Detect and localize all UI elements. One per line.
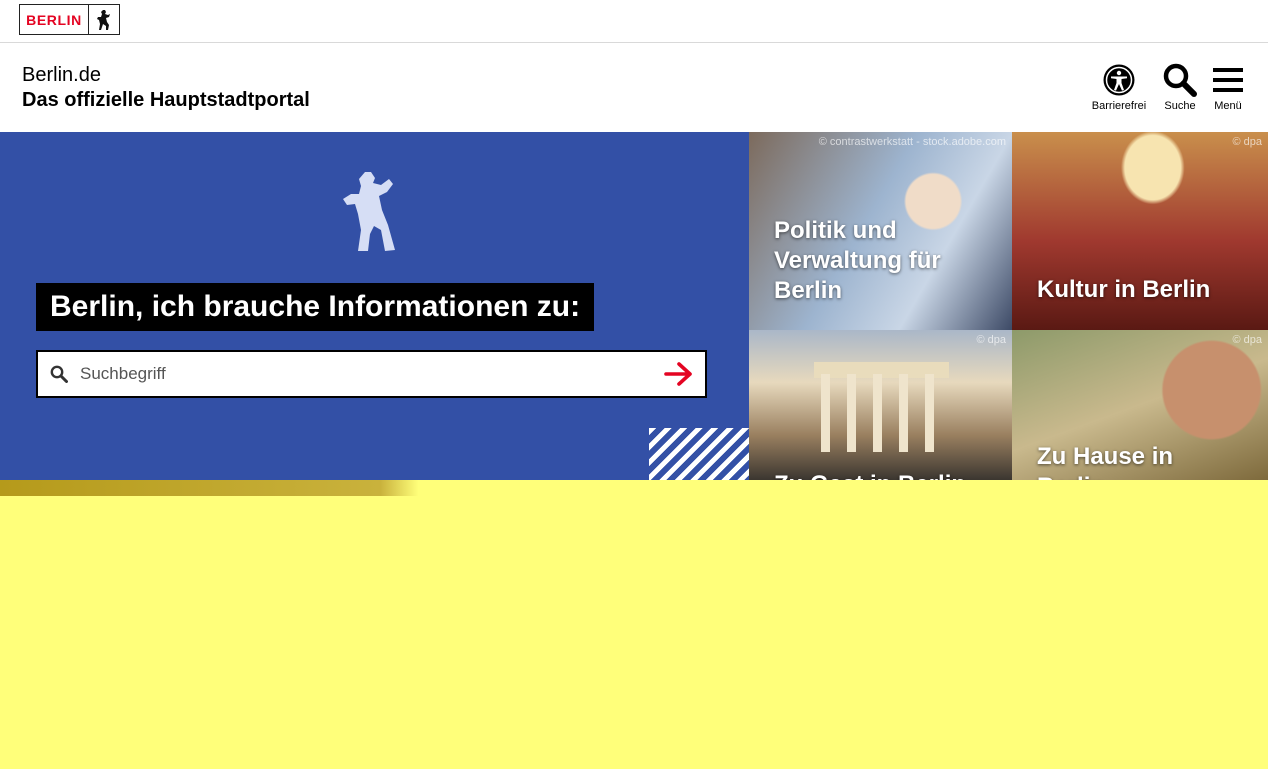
tile-kultur[interactable]: © dpa Kultur in Berlin bbox=[1012, 132, 1268, 330]
arrow-right-icon bbox=[664, 362, 692, 386]
tile-title: Zu Hause in Berlin bbox=[1037, 443, 1174, 480]
menu-label: Menü bbox=[1214, 100, 1242, 112]
site-claim: Das offizielle Hauptstadtportal bbox=[22, 89, 310, 111]
image-credit: © dpa bbox=[976, 334, 1006, 346]
bear-icon bbox=[89, 5, 119, 34]
tile-zu-hause[interactable]: © dpa Zu Hause in Berlin bbox=[1012, 330, 1268, 480]
top-bar: BERLIN bbox=[0, 0, 1268, 43]
search-icon bbox=[38, 365, 80, 383]
barrierefrei-label: Barrierefrei bbox=[1091, 100, 1147, 112]
tile-zu-gast[interactable]: © dpa Zu Gast in Berlin bbox=[749, 330, 1012, 480]
tile-title: Politik und Verwaltung für Berlin bbox=[774, 217, 941, 304]
search-submit-button[interactable] bbox=[653, 352, 705, 396]
hero-search-panel: Berlin, ich brauche Informationen zu: bbox=[0, 132, 749, 480]
tile-politik[interactable]: © contrastwerkstatt - stock.adobe.com Po… bbox=[749, 132, 1012, 330]
decorative-stripes bbox=[649, 428, 749, 480]
image-credit: © dpa bbox=[1232, 334, 1262, 346]
image-credit: © dpa bbox=[1232, 136, 1262, 148]
accessibility-icon bbox=[1087, 61, 1151, 99]
gate-column bbox=[873, 374, 882, 452]
site-header: Berlin.de Das offizielle Hauptstadtporta… bbox=[0, 43, 1268, 132]
menu-button[interactable]: Menü bbox=[1196, 61, 1260, 112]
site-name: Berlin.de bbox=[22, 64, 101, 86]
berlin-logo-text: BERLIN bbox=[20, 5, 89, 34]
tile-title: Kultur in Berlin bbox=[1037, 276, 1211, 303]
tile-title: Zu Gast in Berlin bbox=[774, 470, 966, 480]
hamburger-menu-icon bbox=[1196, 61, 1260, 99]
hero-heading: Berlin, ich brauche Informationen zu: bbox=[36, 283, 595, 331]
berlin-bear-icon bbox=[341, 170, 397, 259]
gate-column bbox=[821, 374, 830, 452]
gate-column bbox=[847, 374, 856, 452]
berlin-logo-link[interactable]: BERLIN bbox=[19, 4, 120, 35]
search-box bbox=[36, 350, 707, 398]
gate-column bbox=[925, 374, 934, 452]
loading-strip bbox=[0, 480, 1268, 496]
image-credit: © contrastwerkstatt - stock.adobe.com bbox=[818, 136, 1006, 148]
barrierefrei-button[interactable]: Barrierefrei bbox=[1087, 61, 1151, 112]
search-input[interactable] bbox=[80, 364, 653, 384]
gate-column bbox=[899, 374, 908, 452]
